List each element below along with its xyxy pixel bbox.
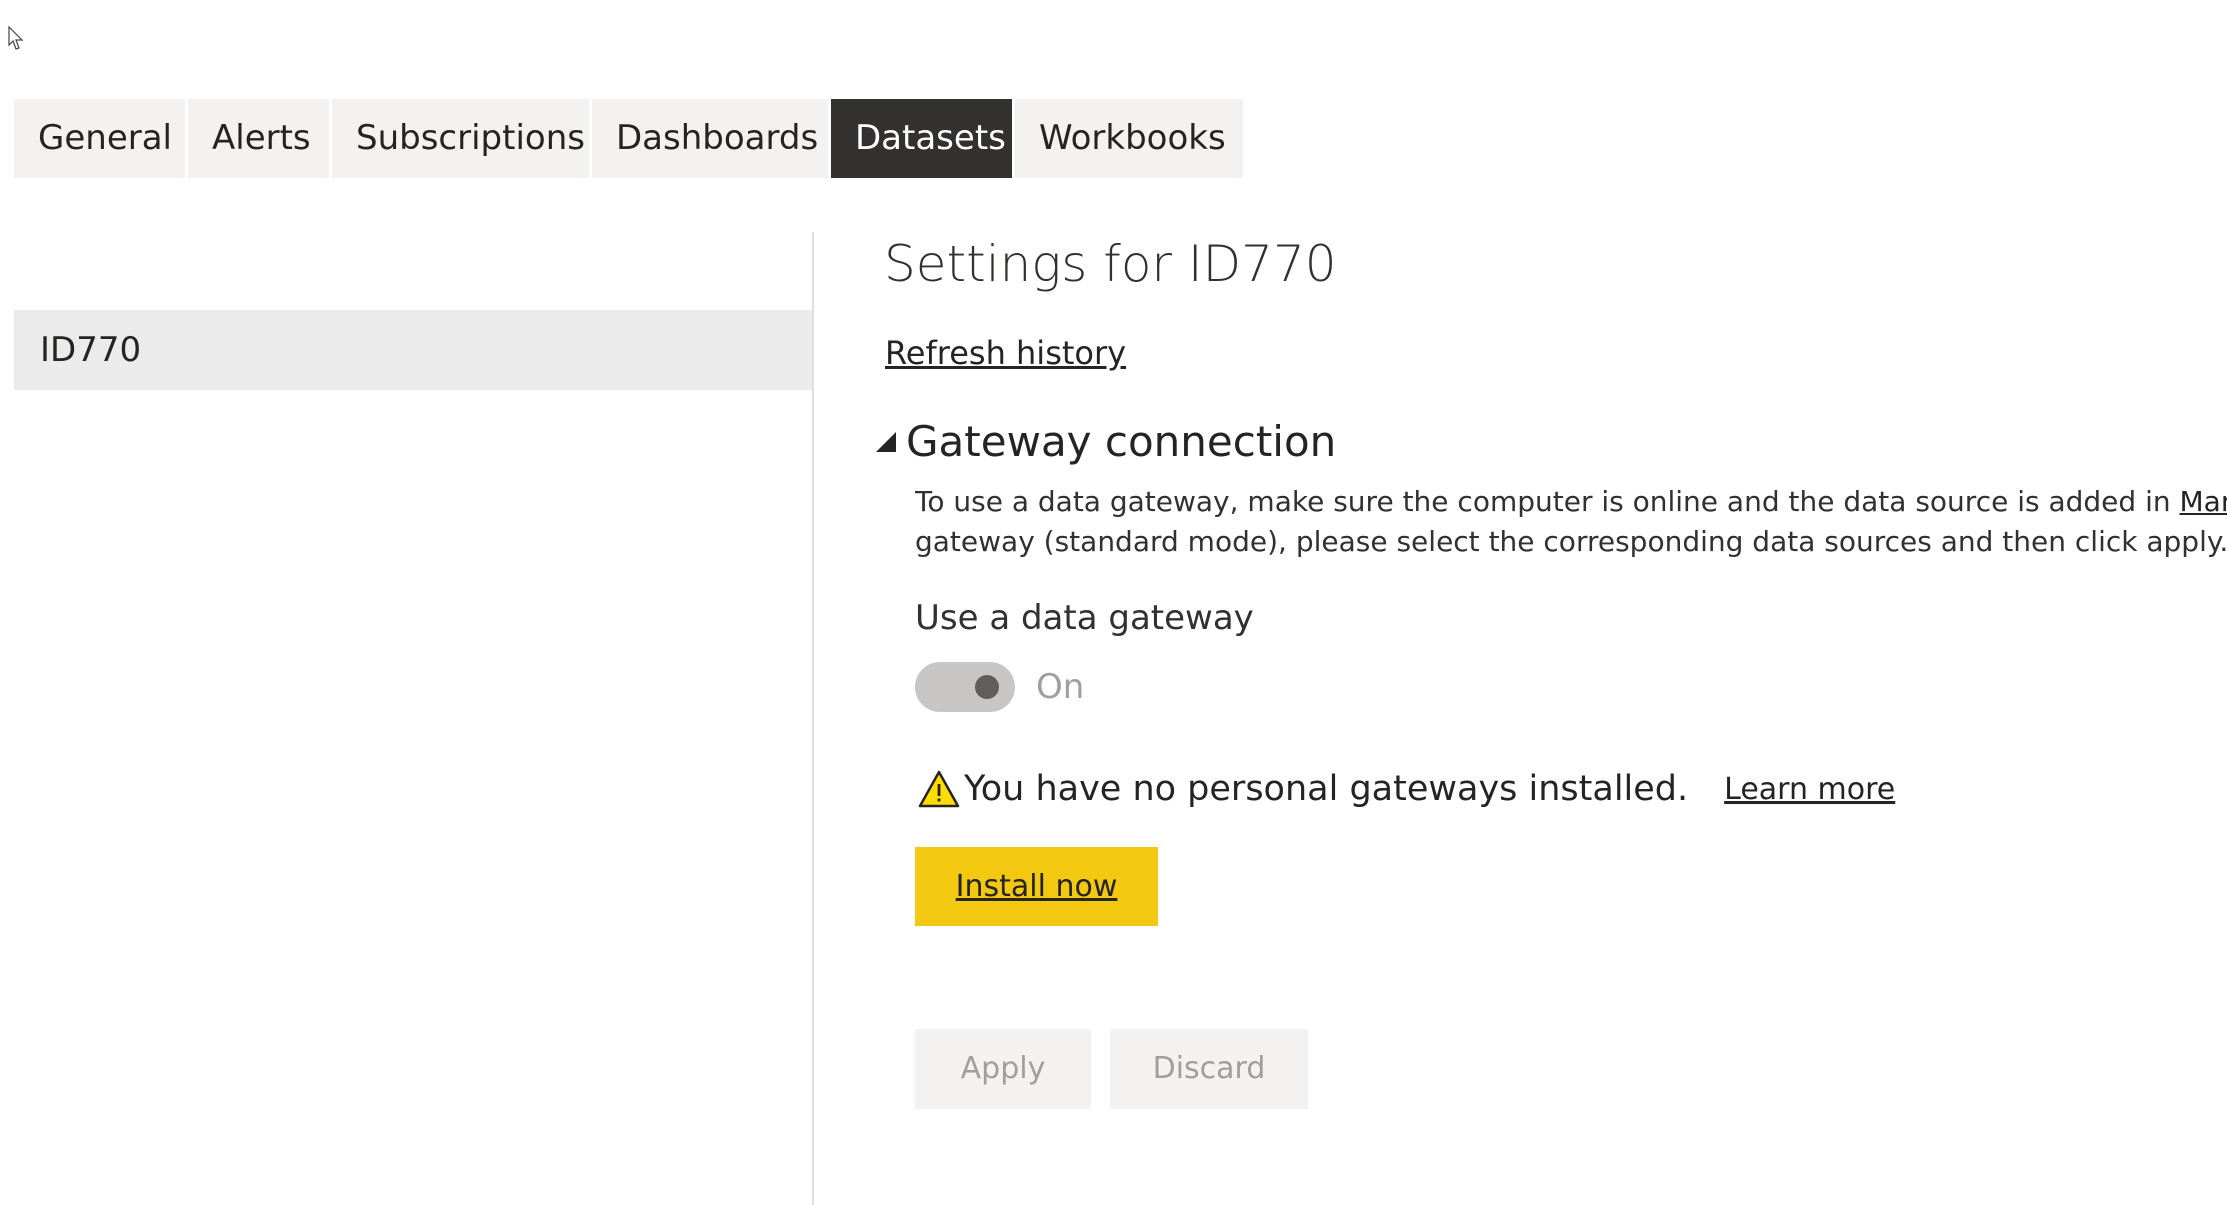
tab-alerts[interactable]: Alerts	[188, 99, 329, 178]
discard-button[interactable]: Discard	[1110, 1029, 1308, 1109]
gateway-description-line2: gateway (standard mode), please select t…	[915, 525, 2227, 558]
panel-divider	[812, 232, 814, 1205]
use-gateway-toggle-group: On	[915, 662, 1084, 712]
expanded-triangle-icon	[876, 432, 896, 452]
tab-datasets[interactable]: Datasets	[831, 99, 1012, 178]
tab-subscriptions[interactable]: Subscriptions	[332, 99, 589, 178]
manage-gateways-link[interactable]: Manage G	[2180, 485, 2227, 518]
apply-button[interactable]: Apply	[915, 1029, 1091, 1109]
gateway-description: To use a data gateway, make sure the com…	[915, 482, 2227, 562]
dataset-list-item[interactable]: ID770	[14, 310, 812, 390]
gateway-description-line1: To use a data gateway, make sure the com…	[915, 482, 2227, 522]
warning-text: You have no personal gateways installed.	[964, 769, 1689, 809]
settings-tab-bar: General Alerts Subscriptions Dashboards …	[14, 99, 1243, 178]
use-gateway-label: Use a data gateway	[915, 598, 1254, 638]
refresh-history-link[interactable]: Refresh history	[885, 331, 1126, 375]
tab-workbooks[interactable]: Workbooks	[1015, 99, 1243, 178]
warning-triangle-icon	[918, 770, 960, 808]
no-gateway-warning: You have no personal gateways installed.…	[918, 762, 1895, 816]
gateway-connection-title: Gateway connection	[906, 416, 1337, 466]
install-now-button[interactable]: Install now	[915, 847, 1158, 926]
mouse-pointer-icon	[8, 26, 24, 50]
use-gateway-toggle[interactable]	[915, 662, 1015, 712]
tab-dashboards[interactable]: Dashboards	[592, 99, 828, 178]
toggle-state-text: On	[1036, 667, 1085, 707]
gateway-description-text: To use a data gateway, make sure the com…	[915, 485, 2180, 518]
tab-general[interactable]: General	[14, 99, 185, 178]
page-title: Settings for ID770	[884, 235, 1337, 293]
learn-more-link[interactable]: Learn more	[1724, 772, 1895, 807]
toggle-knob	[975, 675, 999, 699]
gateway-connection-header[interactable]: Gateway connection	[876, 414, 1336, 468]
